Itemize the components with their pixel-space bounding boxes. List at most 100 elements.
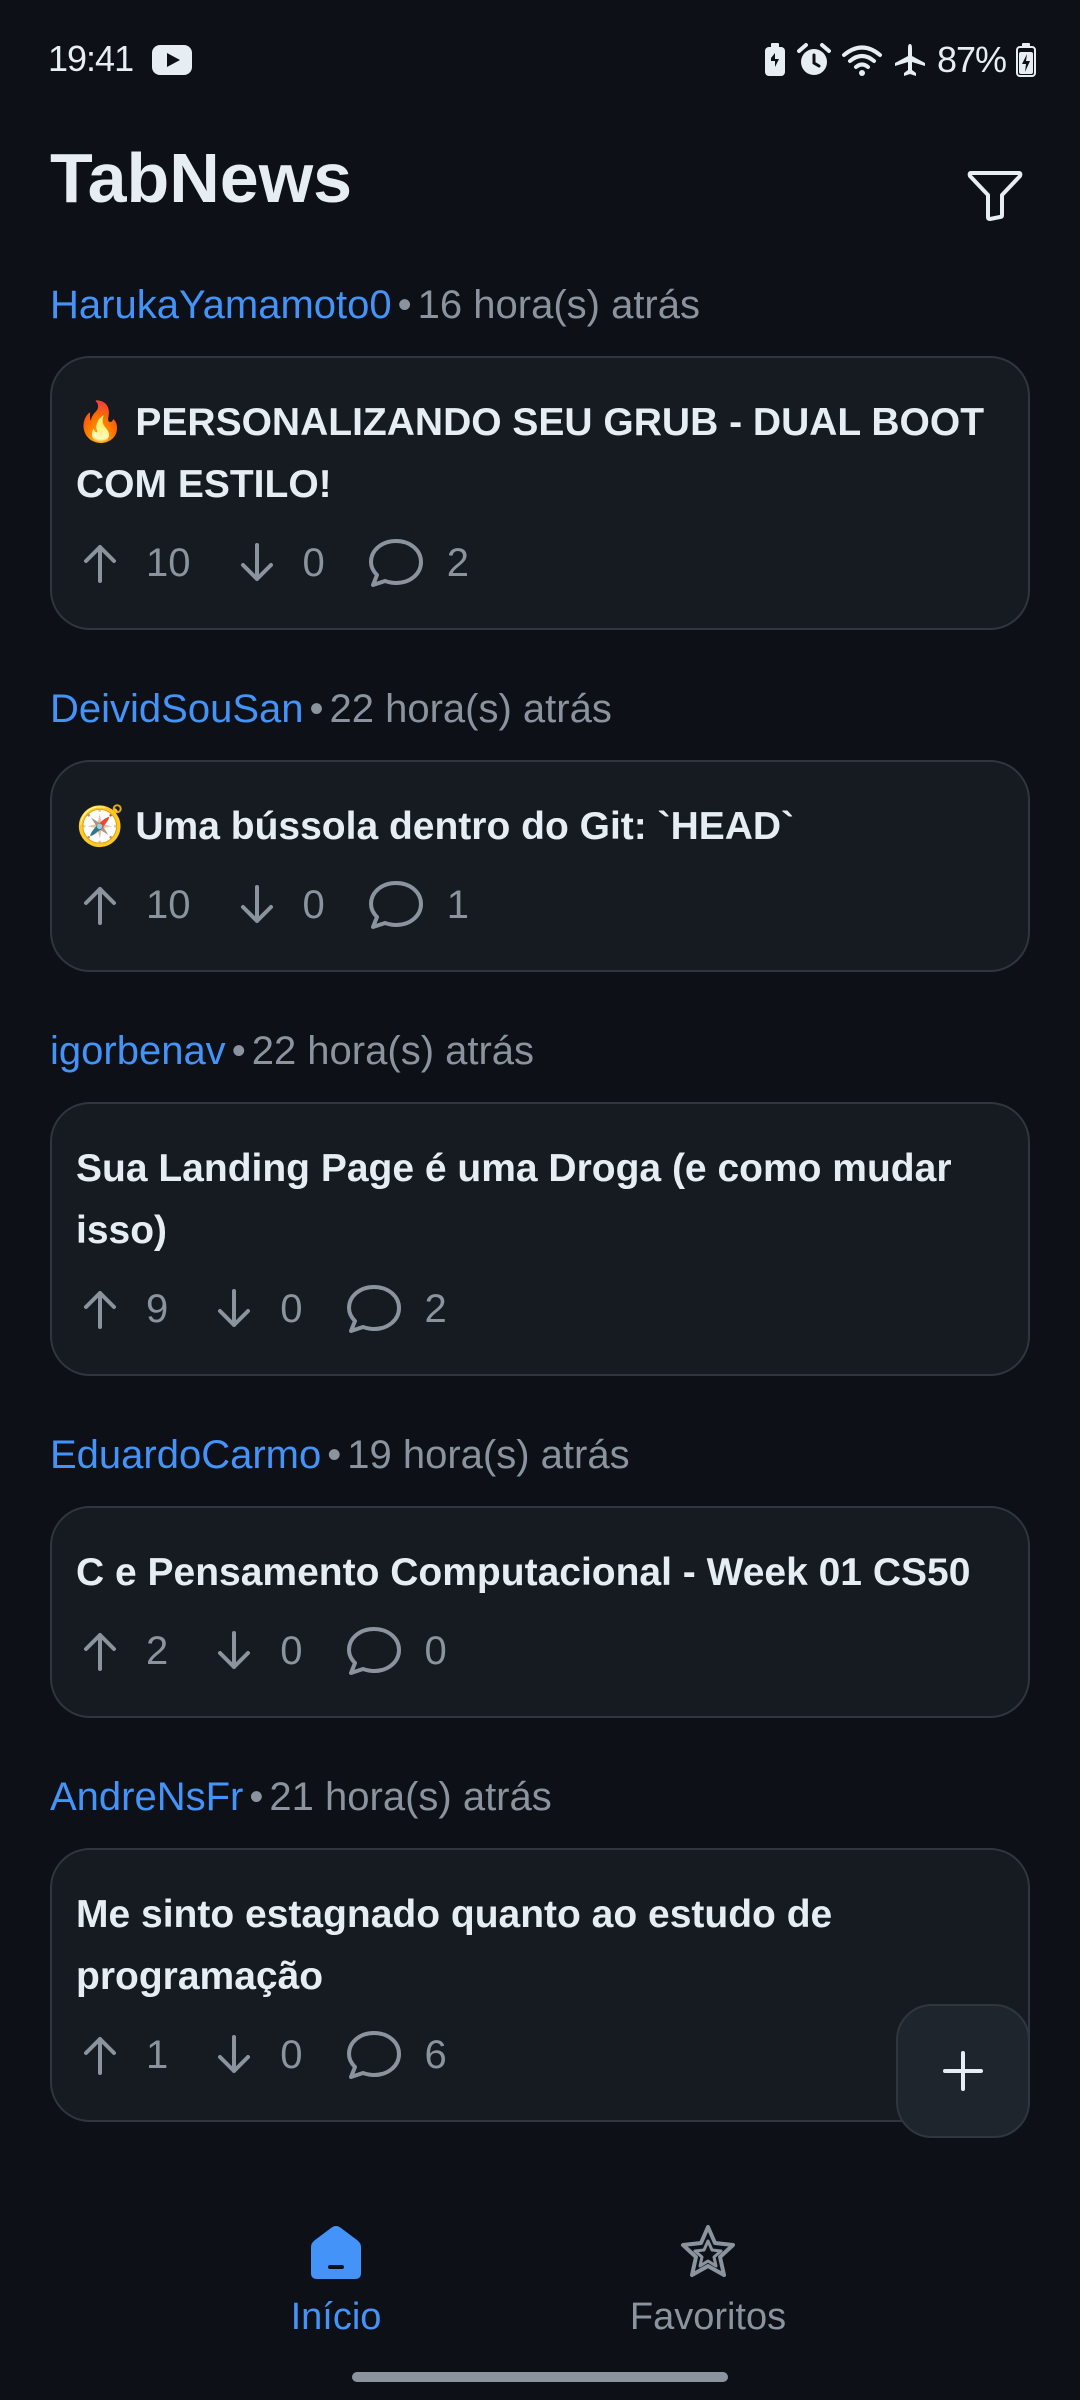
- comments-stat[interactable]: 0: [345, 1625, 447, 1677]
- battery-charging-icon: [1016, 43, 1036, 77]
- comments-stat[interactable]: 2: [345, 1283, 447, 1335]
- post-meta: igorbenav • 22 hora(s) atrás: [50, 1016, 1030, 1086]
- home-icon: [311, 2226, 361, 2279]
- post-title[interactable]: 🧭 Uma bússola dentro do Git: `HEAD`: [76, 796, 1004, 858]
- comments-stat[interactable]: 2: [367, 537, 469, 589]
- filter-icon: [967, 171, 1023, 221]
- post-title[interactable]: 🔥 PERSONALIZANDO SEU GRUB - DUAL BOOT CO…: [76, 392, 1004, 516]
- post-item: HarukaYamamoto0 • 16 hora(s) atrás 🔥 PERSO…: [50, 270, 1030, 630]
- post-author[interactable]: EduardoCarmo: [50, 1433, 321, 1477]
- downvote-count: 0: [280, 1628, 303, 1673]
- comment-count: 6: [424, 2032, 447, 2077]
- nav-favorites[interactable]: Favoritos: [578, 2218, 838, 2339]
- upvote-count: 9: [146, 1286, 169, 1331]
- upvote-stat[interactable]: 1: [76, 2031, 168, 2079]
- comment-count: 2: [424, 1286, 447, 1331]
- comment-bubble-icon: [368, 881, 423, 929]
- comment-count: 0: [424, 1628, 447, 1673]
- post-item: DeividSouSan • 22 hora(s) atrás 🧭 Uma búss…: [50, 674, 1030, 972]
- post-time: 16 hora(s) atrás: [417, 283, 700, 327]
- post-card[interactable]: C e Pensamento Computacional - Week 01 C…: [50, 1506, 1030, 1718]
- arrow-down-icon: [218, 1289, 251, 1327]
- upvote-count: 1: [146, 2032, 169, 2077]
- comments-stat[interactable]: 6: [345, 2029, 447, 2081]
- upvote-stat[interactable]: 2: [76, 1627, 168, 1675]
- arrow-down-icon: [240, 543, 273, 581]
- separator-dot: •: [397, 283, 412, 327]
- new-post-button[interactable]: [896, 2004, 1030, 2138]
- post-stats: 10 0 1: [76, 870, 1004, 940]
- upvote-count: 10: [146, 540, 191, 585]
- post-title[interactable]: C e Pensamento Computacional - Week 01 C…: [76, 1542, 1004, 1604]
- downvote-stat[interactable]: 0: [233, 881, 325, 929]
- separator-dot: •: [309, 687, 324, 731]
- post-feed: HarukaYamamoto0 • 16 hora(s) atrás 🔥 PERSO…: [50, 270, 1030, 2166]
- arrow-up-icon: [84, 1291, 116, 1329]
- nav-home[interactable]: Início: [206, 2218, 466, 2339]
- app-title: TabNews: [50, 139, 353, 217]
- arrow-up-icon: [84, 1633, 116, 1671]
- downvote-count: 0: [280, 2032, 303, 2077]
- post-card[interactable]: 🧭 Uma bússola dentro do Git: `HEAD` 10 0: [50, 760, 1030, 972]
- post-meta: HarukaYamamoto0 • 16 hora(s) atrás: [50, 270, 1030, 340]
- post-item: AndreNsFr • 21 hora(s) atrás Me sinto esta…: [50, 1762, 1030, 2122]
- post-time: 19 hora(s) atrás: [347, 1433, 630, 1477]
- wifi-icon: [841, 45, 882, 76]
- downvote-count: 0: [302, 882, 325, 927]
- upvote-stat[interactable]: 10: [76, 881, 191, 929]
- comment-count: 2: [446, 540, 469, 585]
- post-card[interactable]: Sua Landing Page é uma Droga (e como mud…: [50, 1102, 1030, 1376]
- arrow-up-icon: [84, 2037, 116, 2075]
- post-time: 22 hora(s) atrás: [251, 1029, 535, 1073]
- post-author[interactable]: DeividSouSan: [50, 687, 304, 731]
- upvote-stat[interactable]: 9: [76, 1285, 168, 1333]
- post-meta: EduardoCarmo • 19 hora(s) atrás: [50, 1420, 1030, 1490]
- arrow-down-icon: [240, 885, 273, 923]
- comment-bubble-icon: [368, 539, 423, 587]
- post-stats: 9 0 2: [76, 1274, 1004, 1344]
- downvote-stat[interactable]: 0: [210, 2031, 303, 2079]
- comment-count: 1: [446, 882, 469, 927]
- comment-bubble-icon: [346, 1285, 401, 1333]
- youtube-notification-icon: [152, 45, 192, 75]
- post-stats: 10 0 2: [76, 528, 1004, 598]
- post-author[interactable]: igorbenav: [50, 1029, 226, 1073]
- nav-home-label: Início: [290, 2296, 382, 2338]
- battery-saver-icon: [764, 43, 785, 76]
- post-author[interactable]: AndreNsFr: [50, 1775, 243, 1819]
- status-time: 19:41: [48, 38, 134, 79]
- post-stats: 1 0 6: [76, 2020, 1004, 2090]
- post-meta: DeividSouSan • 22 hora(s) atrás: [50, 674, 1030, 744]
- downvote-stat[interactable]: 0: [210, 1627, 303, 1675]
- gesture-bar[interactable]: [352, 2372, 728, 2382]
- downvote-stat[interactable]: 0: [210, 1285, 303, 1333]
- comment-bubble-icon: [346, 2031, 401, 2079]
- status-icons: 87%: [763, 38, 1036, 82]
- arrow-up-icon: [84, 545, 116, 583]
- nav-favorites-label: Favoritos: [629, 2296, 787, 2338]
- arrow-down-icon: [218, 1631, 251, 1669]
- star-icon: [681, 2225, 735, 2277]
- separator-dot: •: [327, 1433, 342, 1477]
- battery-percentage: 87%: [936, 39, 1007, 80]
- status-bar: 19:41 87%: [0, 0, 1080, 120]
- post-card[interactable]: Me sinto estagnado quanto ao estudo de p…: [50, 1848, 1030, 2122]
- post-card[interactable]: 🔥 PERSONALIZANDO SEU GRUB - DUAL BOOT CO…: [50, 356, 1030, 630]
- post-meta: AndreNsFr • 21 hora(s) atrás: [50, 1762, 1030, 1832]
- comments-stat[interactable]: 1: [367, 879, 469, 931]
- downvote-count: 0: [302, 540, 325, 585]
- arrow-down-icon: [218, 2035, 251, 2073]
- plus-icon: [943, 2051, 983, 2091]
- upvote-stat[interactable]: 10: [76, 539, 191, 587]
- post-author[interactable]: HarukaYamamoto0: [50, 283, 392, 327]
- downvote-stat[interactable]: 0: [233, 539, 325, 587]
- filter-button[interactable]: [960, 160, 1030, 230]
- post-time: 21 hora(s) atrás: [269, 1775, 552, 1819]
- post-title[interactable]: Me sinto estagnado quanto ao estudo de p…: [76, 1884, 1004, 2008]
- post-item: igorbenav • 22 hora(s) atrás Sua Landing P…: [50, 1016, 1030, 1376]
- post-title[interactable]: Sua Landing Page é uma Droga (e como mud…: [76, 1138, 1004, 1262]
- post-time: 22 hora(s) atrás: [329, 687, 612, 731]
- airplane-mode-icon: [894, 44, 925, 76]
- separator-dot: •: [231, 1029, 246, 1073]
- post-stats: 2 0 0: [76, 1616, 1004, 1686]
